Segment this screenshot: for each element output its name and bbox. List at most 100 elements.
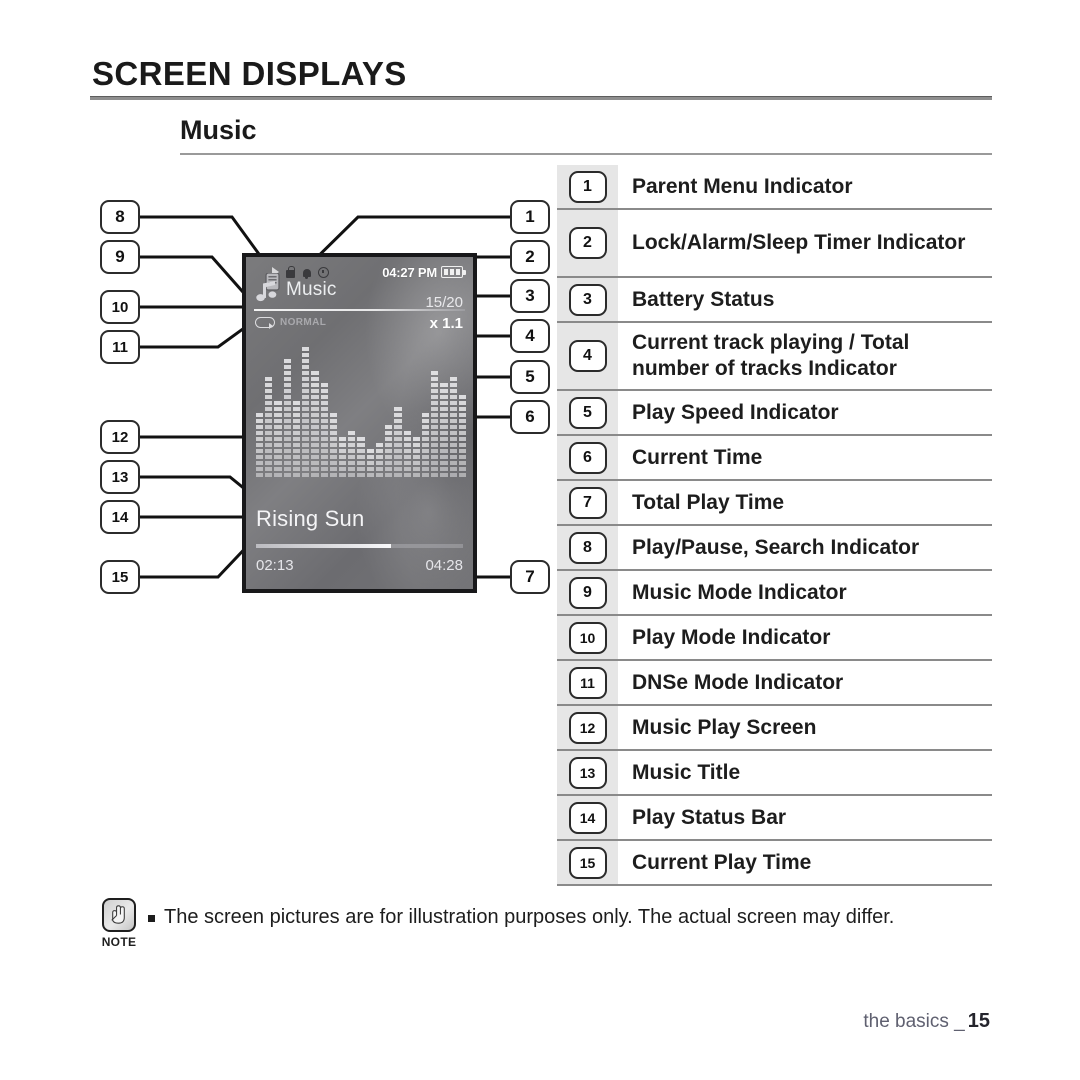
legend-number-1: 1 xyxy=(568,170,607,203)
note-label: NOTE xyxy=(101,935,137,949)
equalizer-segment xyxy=(431,395,439,399)
equalizer-segment xyxy=(431,371,439,375)
equalizer-segment xyxy=(329,455,337,459)
equalizer-segment xyxy=(366,467,374,471)
equalizer-column xyxy=(375,443,384,477)
callout-12: 12 xyxy=(100,420,140,454)
equalizer-segment xyxy=(311,395,319,399)
equalizer-segment xyxy=(274,455,282,459)
section-divider xyxy=(180,153,992,155)
callout-3: 3 xyxy=(510,279,550,313)
callout-5: 5 xyxy=(510,360,550,394)
equalizer-segment xyxy=(385,473,393,477)
equalizer-segment xyxy=(449,473,457,477)
equalizer-segment xyxy=(431,437,439,441)
equalizer-segment xyxy=(440,395,448,399)
equalizer-segment xyxy=(412,467,420,471)
equalizer-segment xyxy=(412,437,420,441)
equalizer-segment xyxy=(329,431,337,435)
equalizer-segment xyxy=(394,431,402,435)
callout-6: 6 xyxy=(510,400,550,434)
equalizer-segment xyxy=(283,431,291,435)
equalizer-segment xyxy=(375,461,384,465)
equalizer-segment xyxy=(440,473,448,477)
equalizer-segment xyxy=(265,461,273,465)
legend-number-cell: 3 xyxy=(557,278,618,321)
footer-chapter: the basics _ xyxy=(863,1011,965,1032)
equalizer-segment xyxy=(283,359,291,363)
equalizer-segment xyxy=(394,461,402,465)
total-play-time-text: 04:28 xyxy=(425,557,463,574)
battery-icon xyxy=(441,266,466,278)
equalizer-segment xyxy=(311,467,319,471)
equalizer-segment xyxy=(256,467,264,471)
equalizer-segment xyxy=(302,437,310,441)
equalizer-column xyxy=(302,347,310,477)
equalizer-segment xyxy=(302,467,310,471)
equalizer-segment xyxy=(403,467,411,471)
equalizer-segment xyxy=(431,461,439,465)
equalizer-segment xyxy=(366,455,374,459)
equalizer-segment xyxy=(338,461,347,465)
legend-number-cell: 1 xyxy=(557,165,618,208)
callout-1: 1 xyxy=(510,200,550,234)
equalizer-segment xyxy=(449,467,457,471)
callout-8: 8 xyxy=(100,200,140,234)
equalizer-segment xyxy=(302,347,310,351)
equalizer-segment xyxy=(348,431,356,435)
legend-number-12: 12 xyxy=(568,711,607,744)
equalizer-segment xyxy=(421,413,430,417)
callout-9: 9 xyxy=(100,240,140,274)
equalizer-segment xyxy=(274,437,282,441)
legend-label-4: Current track playing / Total number of … xyxy=(632,331,910,380)
manual-page: SCREEN DISPLAYS Music Music 04:27 PM 15/… xyxy=(0,0,1080,1080)
equalizer-segment xyxy=(449,419,457,423)
equalizer-segment xyxy=(311,371,319,375)
equalizer-segment xyxy=(283,401,291,405)
equalizer-segment xyxy=(265,467,273,471)
equalizer-segment xyxy=(375,443,384,447)
equalizer-segment xyxy=(265,407,273,411)
equalizer-segment xyxy=(329,443,337,447)
equalizer-segment xyxy=(311,419,319,423)
equalizer-segment xyxy=(311,389,319,393)
track-count-text: 15/20 xyxy=(425,294,463,311)
equalizer-segment xyxy=(302,359,310,363)
equalizer-segment xyxy=(385,437,393,441)
legend-row-15: 15 Current Play Time xyxy=(557,841,992,886)
equalizer-segment xyxy=(440,449,448,453)
equalizer-segment xyxy=(283,443,291,447)
equalizer-segment xyxy=(302,473,310,477)
equalizer-segment xyxy=(302,461,310,465)
equalizer-segment xyxy=(329,461,337,465)
equalizer-segment xyxy=(320,401,328,405)
equalizer-segment xyxy=(421,473,430,477)
legend-label-10: Play Mode Indicator xyxy=(632,625,831,649)
equalizer-segment xyxy=(302,395,310,399)
equalizer-column xyxy=(431,371,439,477)
equalizer-segment xyxy=(265,389,273,393)
equalizer-segment xyxy=(431,467,439,471)
equalizer-column xyxy=(385,425,393,477)
equalizer-segment xyxy=(265,401,273,405)
callout-13: 13 xyxy=(100,460,140,494)
equalizer-segment xyxy=(449,437,457,441)
legend-label-15: Current Play Time xyxy=(632,850,812,874)
equalizer-segment xyxy=(385,455,393,459)
equalizer-segment xyxy=(274,431,282,435)
equalizer-segment xyxy=(348,443,356,447)
play-status-bar[interactable] xyxy=(256,544,463,548)
equalizer-segment xyxy=(366,461,374,465)
equalizer-segment xyxy=(311,443,319,447)
equalizer-segment xyxy=(458,461,467,465)
equalizer-segment xyxy=(302,407,310,411)
equalizer-segment xyxy=(449,443,457,447)
equalizer-segment xyxy=(338,437,347,441)
equalizer-segment xyxy=(311,437,319,441)
equalizer-segment xyxy=(366,449,374,453)
equalizer-column xyxy=(265,377,273,477)
equalizer-segment xyxy=(421,449,430,453)
equalizer-segment xyxy=(458,407,467,411)
equalizer-segment xyxy=(292,419,301,423)
equalizer-segment xyxy=(421,461,430,465)
